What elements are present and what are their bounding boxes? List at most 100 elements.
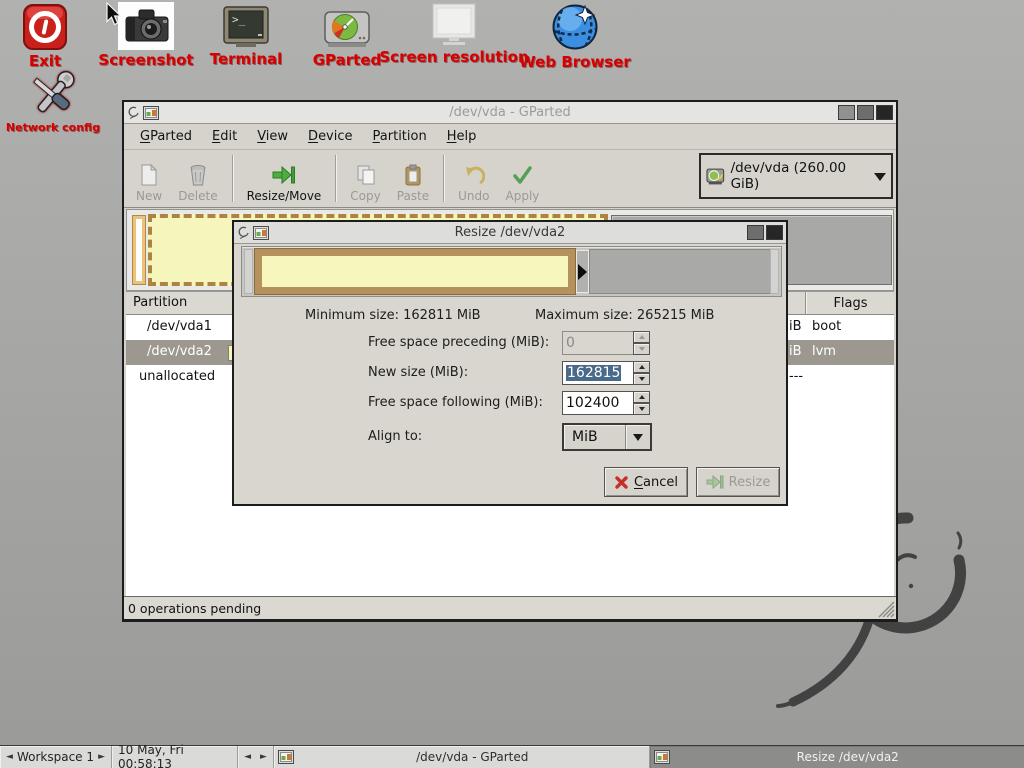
free-space-preceding-spinner[interactable] <box>633 331 650 355</box>
taskbar-item-resize-dialog[interactable]: Resize /dev/vda2 <box>650 746 1024 768</box>
slider-resize-handle[interactable] <box>576 250 589 293</box>
copy-button[interactable]: Copy <box>342 150 388 207</box>
free-space-preceding-label: Free space preceding (MiB): <box>368 335 549 350</box>
desktop-icon-screenshot[interactable]: Screenshot <box>108 2 184 69</box>
icon-label-gparted: GParted <box>313 51 382 69</box>
resize-slider-widget <box>241 246 782 297</box>
new-button[interactable]: New <box>128 150 170 207</box>
resize-grip[interactable] <box>877 600 895 618</box>
align-to-value: MiB <box>572 429 598 445</box>
window-title: /dev/vda - GParted <box>124 105 896 120</box>
cancel-x-icon <box>614 475 629 490</box>
paste-icon <box>402 163 424 187</box>
slider-left-margin <box>244 249 253 294</box>
dialog-titlebar[interactable]: Resize /dev/vda2 <box>234 222 786 244</box>
desktop-icon-screen-resolution[interactable]: Screen resolution <box>388 2 520 66</box>
selected-text: 162815 <box>566 365 621 381</box>
slider-partition-area[interactable] <box>254 248 576 295</box>
resize-move-button[interactable]: Resize/Move <box>239 150 330 207</box>
toolbar-separator <box>443 155 444 202</box>
debian-glyph-icon <box>237 225 250 240</box>
workspace-switcher[interactable]: ◄ Workspace 1 ► <box>0 746 112 768</box>
delete-button[interactable]: Delete <box>170 150 225 207</box>
align-to-dropdown[interactable]: MiB <box>562 423 652 451</box>
menu-partition[interactable]: Partition <box>363 126 437 147</box>
workspace-prev-icon[interactable]: ◄ <box>6 753 13 762</box>
toolbar: New Delete <box>124 150 896 208</box>
resize-arrow-icon <box>706 474 724 490</box>
dropdown-separator <box>625 425 626 449</box>
debian-glyph-icon <box>127 105 140 120</box>
menubar: GParted Edit View Device Partition Help <box>124 124 896 150</box>
cancel-button[interactable]: Cancel <box>604 467 688 497</box>
maximize-button[interactable] <box>747 225 764 240</box>
undo-icon <box>463 163 485 187</box>
menu-edit[interactable]: Edit <box>202 126 247 147</box>
device-selector[interactable]: /dev/vda (260.00 GiB) <box>699 153 893 199</box>
desktop: Exit Screenshot >_ Terminal <box>0 0 1024 768</box>
new-size-input[interactable]: 162815 <box>562 361 634 385</box>
free-space-following-spinner[interactable] <box>633 391 650 415</box>
gparted-mini-icon <box>143 106 159 120</box>
scroll-left-icon[interactable]: ◄ <box>244 753 251 762</box>
crt-terminal-icon: >_ <box>222 6 270 49</box>
spin-down-icon[interactable] <box>633 343 650 355</box>
align-to-label: Align to: <box>368 429 422 444</box>
scroll-right-icon[interactable]: ► <box>260 753 267 762</box>
taskbar-item-title: /dev/vda - GParted <box>300 750 645 764</box>
power-icon <box>22 3 68 51</box>
column-header-partition[interactable]: Partition <box>133 295 187 310</box>
icon-label-screenshot: Screenshot <box>98 51 193 69</box>
menu-view[interactable]: View <box>247 126 298 147</box>
paste-button[interactable]: Paste <box>389 150 437 207</box>
undo-button[interactable]: Undo <box>450 150 497 207</box>
workspace-next-icon[interactable]: ► <box>98 753 105 762</box>
toolbar-separator <box>335 155 336 202</box>
chevron-down-icon <box>633 434 643 446</box>
desktop-icon-network-config[interactable]: Network config <box>8 70 98 134</box>
new-size-label: New size (MiB): <box>368 365 468 380</box>
camera-icon <box>118 2 174 50</box>
spin-down-icon[interactable] <box>633 403 650 415</box>
resize-button-disabled[interactable]: Resize <box>696 467 780 497</box>
column-header-flags[interactable]: Flags <box>805 292 895 314</box>
free-space-following-input[interactable]: 102400 <box>562 391 634 415</box>
copy-icon <box>355 163 377 187</box>
new-size-spinner[interactable] <box>633 361 650 385</box>
icon-label-screen-resolution: Screen resolution <box>379 48 528 66</box>
gparted-mini-icon <box>278 750 294 764</box>
task-scroll-controls[interactable]: ◄ ► <box>238 746 274 768</box>
slider-free-space-area[interactable] <box>589 249 771 294</box>
desktop-icon-exit[interactable]: Exit <box>17 3 73 70</box>
device-selector-value: /dev/vda (260.00 GiB) <box>731 160 869 192</box>
icon-label-terminal: Terminal <box>210 50 283 68</box>
spin-up-icon[interactable] <box>633 361 650 373</box>
spin-down-icon[interactable] <box>633 373 650 385</box>
spin-up-icon[interactable] <box>633 391 650 403</box>
desktop-icon-terminal[interactable]: >_ Terminal <box>203 6 289 68</box>
globe-icon <box>548 2 602 52</box>
gparted-titlebar[interactable]: /dev/vda - GParted <box>124 102 896 124</box>
menu-gparted[interactable]: GParted <box>130 126 202 147</box>
close-button[interactable] <box>766 225 783 240</box>
desktop-icon-gparted[interactable]: GParted <box>305 8 389 69</box>
apply-button[interactable]: Apply <box>498 150 548 207</box>
free-space-preceding-input[interactable]: 0 <box>562 331 634 355</box>
menu-help[interactable]: Help <box>437 126 487 147</box>
icon-label-exit: Exit <box>29 52 61 70</box>
maximize-button[interactable] <box>857 105 874 120</box>
icon-label-network-config: Network config <box>6 121 100 134</box>
partition-block-vda1[interactable] <box>132 215 146 285</box>
close-button[interactable] <box>876 105 893 120</box>
apply-check-icon <box>511 163 533 187</box>
minimum-size-text: Minimum size: 162811 MiB <box>305 308 481 323</box>
iconify-button[interactable] <box>838 105 855 120</box>
spin-up-icon[interactable] <box>633 331 650 343</box>
free-space-following-label: Free space following (MiB): <box>368 395 543 410</box>
taskbar-item-gparted[interactable]: /dev/vda - GParted <box>274 746 650 768</box>
desktop-icon-web-browser[interactable]: Web Browser <box>517 2 633 71</box>
operations-pending-text: 0 operations pending <box>128 601 261 616</box>
menu-device[interactable]: Device <box>298 126 362 147</box>
slider-right-margin <box>770 249 779 294</box>
resize-dialog: Resize /dev/vda2 Minimum size: 162811 Mi… <box>232 220 788 506</box>
